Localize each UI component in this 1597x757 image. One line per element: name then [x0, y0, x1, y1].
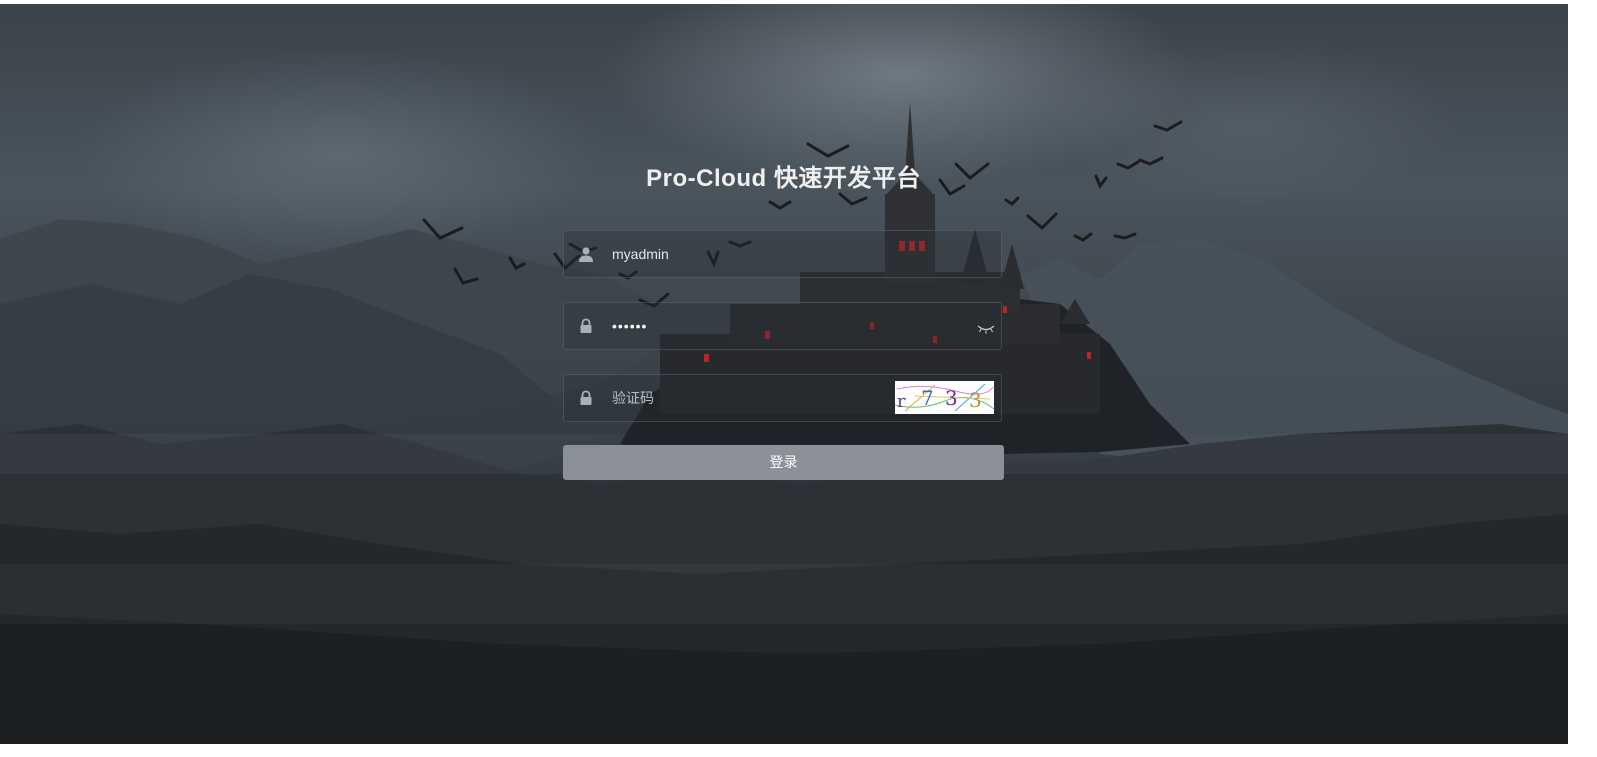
svg-text:7: 7: [921, 386, 934, 410]
svg-text:3: 3: [945, 386, 958, 410]
page-right-margin: [1568, 0, 1597, 757]
login-button[interactable]: 登录: [563, 445, 1004, 480]
lock-icon: [578, 318, 594, 334]
username-value: myadmin: [612, 246, 669, 262]
svg-text:r: r: [897, 391, 906, 412]
lock-icon: [578, 390, 594, 406]
captcha-image[interactable]: r 7 3 3: [894, 381, 995, 414]
eye-closed-icon[interactable]: [977, 321, 995, 334]
svg-text:3: 3: [969, 388, 982, 412]
captcha-placeholder: 验证码: [612, 390, 654, 406]
page-title: Pro-Cloud 快速开发平台: [646, 165, 921, 192]
page-bottom-margin: [0, 744, 1597, 757]
user-icon: [578, 246, 594, 262]
password-value: ••••••: [612, 318, 648, 334]
password-field[interactable]: ••••••: [563, 302, 1002, 350]
username-field[interactable]: myadmin: [563, 230, 1002, 278]
